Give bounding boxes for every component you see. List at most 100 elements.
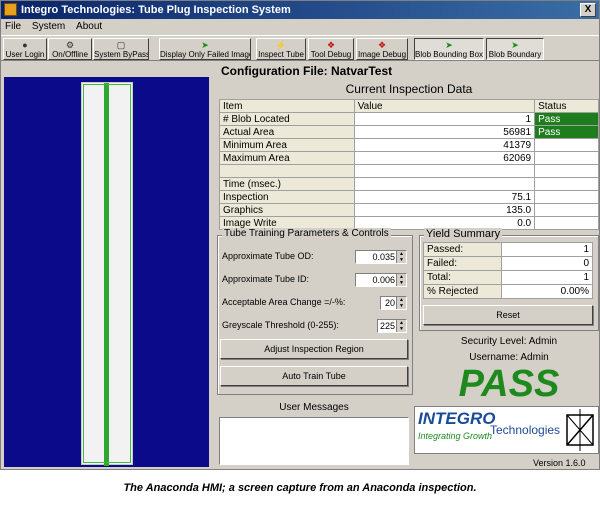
user-messages-title: User Messages [279,402,349,413]
status-cell: Pass [534,125,599,139]
item-cell [219,164,355,178]
yield-value-cell: 1 [501,270,593,285]
greyscale-threshold-spinner[interactable]: 225 ▲ ▼ [377,319,407,333]
display-failed-images-label: Display Only Failed Images [160,50,251,59]
value-cell [353,164,536,178]
column-header-status: Status [534,99,599,113]
table-row [219,164,599,178]
blob-bounding-box [83,84,131,463]
tool-debug-label: Tool Debug [310,50,352,59]
logo-mark-icon [566,409,594,451]
user-messages-box [219,417,409,465]
area-change-value: 20 [384,298,395,308]
training-parameters-group: Tube Training Parameters & Controls Appr… [217,228,413,395]
logo-tagline: Integrating Growth [418,431,493,441]
title-bar: Integro Technologies: Tube Plug Inspecti… [1,1,599,19]
integro-logo: INTEGRO Technologies Integrating Growth [414,406,599,454]
inspect-tube-button[interactable]: ⚡ Inspect Tube [256,38,306,60]
blob-bounding-box-button[interactable]: ➤ Blob Bounding Box [414,38,484,60]
tube-id-label: Approximate Tube ID: [222,274,310,284]
status-cell [534,151,599,165]
reset-button[interactable]: Reset [423,305,593,325]
tube-od-label: Approximate Tube OD: [222,251,314,261]
yield-label-cell: % Rejected [423,284,502,299]
tube-id-value: 0.006 [372,275,395,285]
version-label: Version 1.6.0 [533,458,586,468]
person-icon: ● [22,40,28,50]
image-debug-label: Image Debug [357,50,407,59]
status-cell: Pass [534,112,599,126]
blob-boundary-button[interactable]: ➤ Blob Boundary [486,38,544,60]
display-failed-images-button[interactable]: ➤ Display Only Failed Images [159,38,251,60]
inspection-data-table: Item Value Status # Blob Located 1 Pass … [219,99,599,230]
menu-about[interactable]: About [72,19,106,34]
yield-value-cell: 0.00% [501,284,593,299]
close-button[interactable]: X [580,3,596,17]
yield-label-cell: Total: [423,270,502,285]
spinner-arrows-icon[interactable]: ▲ ▼ [396,251,406,263]
value-cell: 1 [353,112,536,126]
area-change-spinner[interactable]: 20 ▲ ▼ [380,296,407,310]
item-cell: Minimum Area [219,138,355,152]
status-cell [534,177,599,191]
table-row: Failed: 0 [423,256,593,271]
status-cell [534,138,599,152]
value-cell [353,177,536,191]
yield-value-cell: 0 [501,256,593,271]
value-cell: 135.0 [353,203,536,217]
yield-summary-title: Yield Summary [424,228,503,240]
table-row: % Rejected 0.00% [423,284,593,299]
value-cell: 62069 [353,151,536,165]
system-bypass-label: System ByPass [94,50,149,59]
on-offline-label: On/Offline [52,50,88,59]
arrow-icon: ➤ [201,40,209,50]
table-header-row: Item Value Status [219,99,599,113]
column-header-item: Item [219,99,355,113]
configuration-file-title: Configuration File: NatvarTest [221,64,393,78]
table-row: Graphics 135.0 [219,203,599,217]
image-debug-button[interactable]: ❖ Image Debug [356,38,408,60]
table-row: Passed: 1 [423,242,593,257]
bypass-icon: ▢ [116,40,126,50]
training-parameters-title: Tube Training Parameters & Controls [222,228,391,239]
item-cell: # Blob Located [219,112,355,126]
auto-train-tube-button[interactable]: Auto Train Tube [220,366,408,386]
on-offline-button[interactable]: ⚙ On/Offline [48,38,92,60]
table-row: Actual Area 56981 Pass [219,125,599,139]
menu-bar: File System About [1,19,599,35]
table-row: # Blob Located 1 Pass [219,112,599,126]
greyscale-threshold-label: Greyscale Threshold (0-255): [222,320,339,330]
toolbar: ● User Login ⚙ On/Offline ▢ System ByPas… [1,35,599,61]
tube-id-spinner[interactable]: 0.006 ▲ ▼ [355,273,407,287]
system-bypass-button[interactable]: ▢ System ByPass [93,38,149,60]
gears-icon: ⚙ [65,40,75,50]
status-cell [534,190,599,204]
app-window: Integro Technologies: Tube Plug Inspecti… [0,0,600,470]
spinner-arrows-icon[interactable]: ▲ ▼ [396,297,406,309]
yield-label-cell: Failed: [423,256,502,271]
greyscale-threshold-value: 225 [379,321,395,331]
user-login-button[interactable]: ● User Login [3,38,47,60]
value-cell: 56981 [353,125,536,139]
spinner-arrows-icon[interactable]: ▲ ▼ [396,320,406,332]
table-row: Maximum Area 62069 [219,151,599,165]
table-row: Minimum Area 41379 [219,138,599,152]
menu-system[interactable]: System [28,19,69,34]
spinner-arrows-icon[interactable]: ▲ ▼ [396,274,406,286]
item-cell: Time (msec.) [219,177,355,191]
blob-bounding-box-label: Blob Bounding Box [415,50,484,59]
table-row: Time (msec.) [219,177,599,191]
arrow-icon: ➤ [445,40,453,50]
username: Username: Admin [469,352,549,363]
tube-od-spinner[interactable]: 0.035 ▲ ▼ [355,250,407,264]
yield-label-cell: Passed: [423,242,502,257]
value-cell: 41379 [353,138,536,152]
adjust-inspection-region-button[interactable]: Adjust Inspection Region [220,339,408,359]
yield-value-cell: 1 [501,242,593,257]
menu-file[interactable]: File [1,19,25,34]
tool-debug-button[interactable]: ❖ Tool Debug [308,38,354,60]
app-icon [4,3,17,16]
column-header-value: Value [353,99,536,113]
tube-od-value: 0.035 [372,252,395,262]
inspection-data-title: Current Inspection Data [345,82,473,96]
